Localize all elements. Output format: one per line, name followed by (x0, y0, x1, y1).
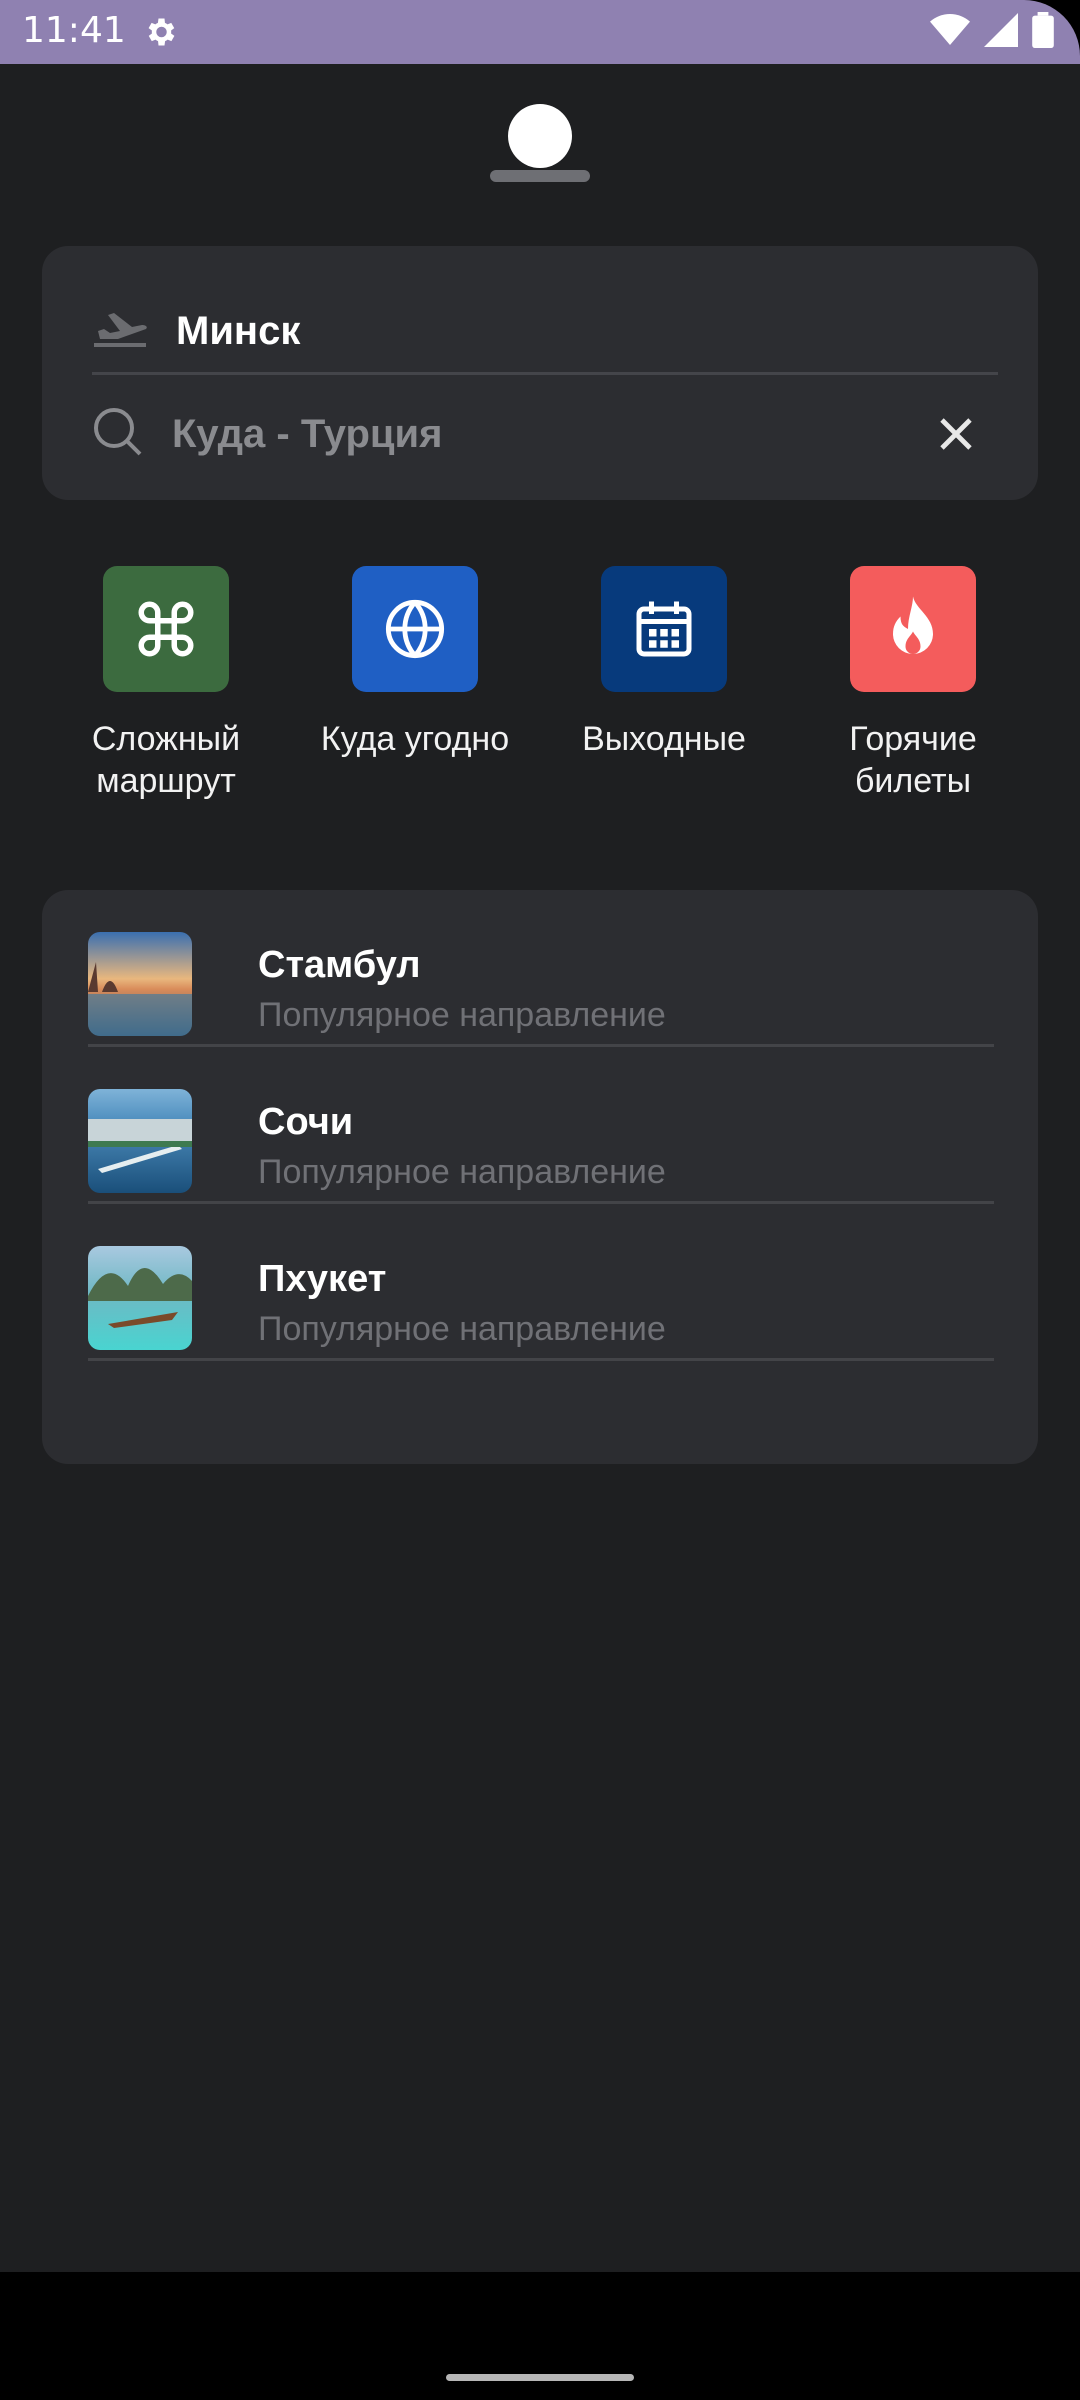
status-bar: 11:41 (0, 0, 1080, 64)
origin-city: Минск (176, 308, 301, 353)
signal-icon (984, 13, 1018, 52)
divider (92, 372, 998, 375)
close-icon[interactable] (936, 414, 976, 454)
destination-subtitle: Популярное направление (258, 996, 666, 1034)
home-gesture-bar[interactable] (446, 2374, 634, 2381)
battery-icon (1032, 12, 1054, 53)
action-complex-route[interactable]: Сложный маршрут (51, 566, 281, 802)
status-time: 11:41 (22, 10, 126, 51)
destination-subtitle: Популярное направление (258, 1153, 666, 1191)
destination-name: Стамбул (258, 944, 421, 986)
calendar-icon (601, 566, 727, 692)
action-hot-tickets[interactable]: Горячие билеты (798, 566, 1028, 802)
action-anywhere[interactable]: Куда угодно (300, 566, 530, 760)
list-item-sochi[interactable]: Сочи Популярное направление (88, 1047, 994, 1204)
globe-icon (352, 566, 478, 692)
destination-name: Пхукет (258, 1258, 387, 1300)
sheet-handle-dot[interactable] (508, 104, 572, 168)
drag-handle[interactable] (490, 170, 590, 182)
list-item-istanbul[interactable]: Стамбул Популярное направление (88, 890, 994, 1047)
action-label: Сложный маршрут (91, 720, 241, 800)
action-label: Куда угодно (320, 720, 510, 758)
origin-field[interactable]: Минск (92, 286, 300, 376)
search-card: Минск Куда - Турция (42, 246, 1038, 500)
destination-field[interactable]: Куда - Турция (92, 394, 998, 474)
action-weekends[interactable]: Выходные (549, 566, 779, 760)
fire-icon (850, 566, 976, 692)
destination-placeholder: Куда - Турция (172, 411, 443, 456)
popular-destinations-card: Стамбул Популярное направление Сочи Попу… (42, 890, 1038, 1464)
istanbul-photo (88, 932, 192, 1036)
destination-subtitle: Популярное направление (258, 1310, 666, 1348)
plane-icon (92, 309, 148, 354)
action-label: Горячие билеты (849, 720, 977, 800)
divider (88, 1358, 994, 1361)
list-item-phuket[interactable]: Пхукет Популярное направление (88, 1204, 994, 1361)
command-icon (103, 566, 229, 692)
action-label: Выходные (582, 720, 746, 758)
destination-name: Сочи (258, 1101, 354, 1143)
search-icon (92, 406, 144, 463)
sochi-photo (88, 1089, 192, 1193)
gear-icon (142, 14, 178, 55)
phuket-photo (88, 1246, 192, 1350)
wifi-icon (930, 13, 970, 52)
bottom-sheet: Минск Куда - Турция Сложный маршрут Куда… (0, 64, 1080, 2272)
